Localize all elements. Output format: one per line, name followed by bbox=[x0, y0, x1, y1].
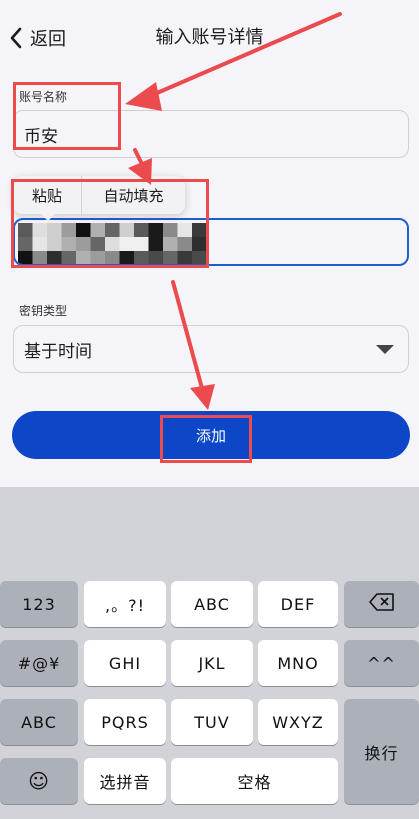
key-mno[interactable]: MNO bbox=[258, 640, 338, 686]
key-123[interactable]: 123 bbox=[0, 581, 78, 627]
key-def[interactable]: DEF bbox=[258, 581, 338, 627]
key-punctuation[interactable]: ,。?! bbox=[84, 581, 166, 627]
key-pqrs[interactable]: PQRS bbox=[84, 699, 166, 745]
key-tuv[interactable]: TUV bbox=[171, 699, 253, 745]
return-key[interactable]: 换行 bbox=[344, 699, 419, 804]
key-select-pinyin[interactable]: 选拼音 bbox=[84, 758, 166, 804]
key-abc-mode[interactable]: ABC bbox=[0, 699, 78, 745]
key-abc-1[interactable]: ABC bbox=[171, 581, 253, 627]
emoji-icon: ☺ bbox=[28, 769, 50, 793]
backspace-icon bbox=[368, 593, 395, 615]
space-key[interactable]: 空格 bbox=[171, 758, 338, 804]
keyboard: 123 ,。?! ABC DEF #@¥ GHI JKL MNO ^^ ABC … bbox=[0, 487, 419, 819]
key-emoticon[interactable]: ^^ bbox=[344, 640, 419, 686]
key-jkl[interactable]: JKL bbox=[171, 640, 253, 686]
key-wxyz[interactable]: WXYZ bbox=[258, 699, 338, 745]
emoji-key[interactable]: ☺ bbox=[0, 758, 78, 804]
key-symbols[interactable]: #@¥ bbox=[0, 640, 78, 686]
key-ghi[interactable]: GHI bbox=[84, 640, 166, 686]
backspace-key[interactable] bbox=[344, 581, 419, 627]
